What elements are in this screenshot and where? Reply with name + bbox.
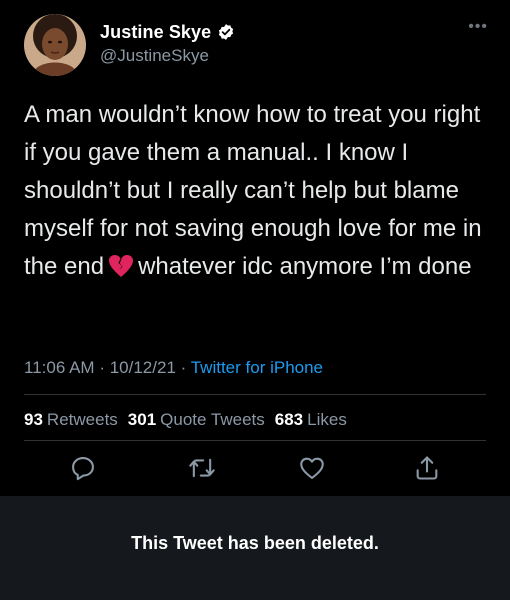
retweet-icon[interactable] [188, 454, 216, 482]
like-icon[interactable] [298, 454, 326, 482]
reply-icon[interactable] [69, 454, 97, 482]
meta-separator: · [180, 358, 187, 377]
tweet-metadata: 11:06 AM · 10/12/21 · Twitter for iPhone [24, 358, 323, 378]
divider [24, 394, 486, 395]
more-options-icon[interactable]: ••• [468, 19, 488, 35]
avatar[interactable] [24, 14, 86, 76]
meta-separator: · [99, 358, 105, 377]
divider [24, 440, 486, 441]
tweet-date[interactable]: 10/12/21 [110, 358, 176, 377]
likes-stat[interactable]: 683 Likes [275, 410, 347, 430]
tweet-detail: Justine Skye @JustineSkye ••• A man woul… [0, 0, 510, 496]
author-handle[interactable]: @JustineSkye [100, 46, 235, 66]
tweet-text-part2: whatever idc anymore I’m done [138, 253, 472, 280]
tweet-source-link[interactable]: Twitter for iPhone [191, 358, 323, 377]
verified-badge-icon [217, 23, 235, 41]
broken-heart-icon [108, 252, 134, 277]
display-name[interactable]: Justine Skye [100, 22, 211, 43]
deleted-tweet-notice: This Tweet has been deleted. [0, 496, 510, 600]
quote-tweets-stat[interactable]: 301 Quote Tweets [128, 410, 265, 430]
deleted-tweet-message: This Tweet has been deleted. [131, 533, 379, 553]
tweet-stats: 93 Retweets 301 Quote Tweets 683 Likes [24, 410, 347, 430]
tweet-text: A man wouldn’t know how to treat you rig… [24, 96, 484, 286]
tweet-time: 11:06 AM [24, 358, 95, 377]
tweet-actions [0, 454, 510, 484]
tweet-header: Justine Skye @JustineSkye ••• [24, 14, 494, 76]
share-icon[interactable] [413, 454, 441, 482]
retweets-stat[interactable]: 93 Retweets [24, 410, 118, 430]
author-names: Justine Skye @JustineSkye [100, 20, 235, 66]
